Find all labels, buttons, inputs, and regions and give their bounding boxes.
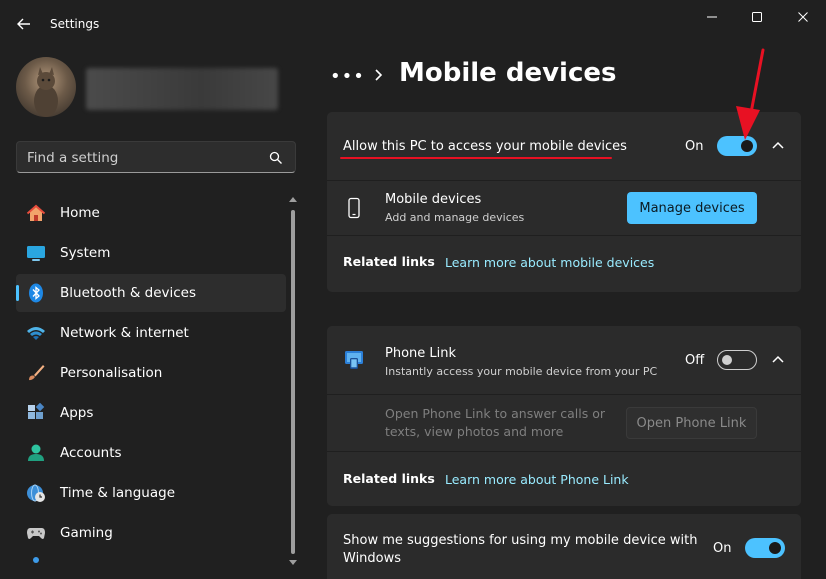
sidebar-item-accounts[interactable]: Accounts [16, 434, 286, 472]
related-links-label: Related links [343, 471, 435, 486]
related-links-row: Related links Learn more about Phone Lin… [327, 452, 801, 506]
scroll-thumb[interactable] [291, 210, 295, 554]
sidebar-item-gaming[interactable]: Gaming [16, 514, 286, 552]
sidebar-item-bluetooth-devices[interactable]: Bluetooth & devices [16, 274, 286, 312]
related-links-label: Related links [343, 254, 435, 269]
home-icon [26, 204, 46, 221]
sidebar-item-system[interactable]: System [16, 234, 286, 272]
sidebar-item-label: Personalisation [60, 365, 163, 381]
maximize-icon [752, 12, 762, 22]
scroll-down-icon[interactable] [289, 558, 297, 566]
sidebar-item-network[interactable]: Network & internet [16, 314, 286, 352]
suggestions-line1: Show me suggestions for using my mobile … [343, 533, 698, 548]
suggestions-toggle[interactable] [745, 538, 785, 558]
search-input[interactable]: Find a setting [27, 150, 118, 166]
manage-devices-button[interactable]: Manage devices [627, 192, 757, 224]
sidebar-item-label: Bluetooth & devices [60, 285, 197, 301]
sidebar-item-accessibility-partial[interactable] [16, 554, 286, 564]
phone-link-icon [345, 351, 363, 369]
phone-link-card: Phone Link Instantly access your mobile … [327, 326, 801, 506]
sidebar-scrollbar[interactable] [288, 194, 298, 570]
wifi-icon [27, 327, 45, 340]
sidebar-item-time-language[interactable]: Time & language [16, 474, 286, 512]
open-description-line2: texts, view photos and more [385, 424, 564, 439]
allow-access-state: On [685, 139, 704, 154]
back-arrow-icon [17, 18, 30, 30]
chevron-up-icon[interactable] [771, 139, 785, 153]
annotation-underline [340, 157, 612, 159]
apps-icon [28, 403, 45, 419]
annotation-arrow-icon [736, 48, 765, 140]
globe-clock-icon [27, 484, 45, 502]
sidebar-nav: Home System Bluetooth & devices Network … [16, 194, 286, 566]
scroll-up-icon[interactable] [289, 196, 297, 204]
breadcrumb-more[interactable]: ••• [330, 66, 365, 87]
open-phone-link-button[interactable]: Open Phone Link [626, 407, 757, 439]
app-title: Settings [50, 17, 100, 31]
sidebar-item-label: Home [60, 205, 100, 221]
system-icon [27, 246, 45, 261]
sidebar-item-label: Accounts [60, 445, 122, 461]
phone-link-toggle[interactable] [717, 350, 757, 370]
learn-more-mobile-devices-link[interactable]: Learn more about mobile devices [445, 255, 654, 270]
sidebar-item-label: Network & internet [60, 325, 189, 341]
close-icon [798, 12, 808, 22]
back-button[interactable] [14, 14, 34, 34]
accounts-icon [28, 444, 44, 461]
minimize-icon [707, 16, 717, 18]
account-name-redacted [86, 68, 278, 110]
maximize-button[interactable] [737, 6, 777, 28]
sidebar-item-label: Time & language [60, 485, 176, 501]
mobile-devices-subtitle: Add and manage devices [385, 211, 525, 224]
brush-icon [29, 365, 45, 381]
suggestions-row[interactable]: Show me suggestions for using my mobile … [327, 514, 801, 579]
sidebar-item-personalisation[interactable]: Personalisation [16, 354, 286, 392]
sidebar-item-label: Gaming [60, 525, 113, 541]
phone-icon [348, 197, 360, 219]
bluetooth-icon [29, 283, 43, 303]
open-phone-link-description: Open Phone Link to answer calls or texts… [385, 405, 605, 441]
chevron-up-icon[interactable] [771, 353, 785, 367]
learn-more-phone-link-link[interactable]: Learn more about Phone Link [445, 472, 629, 487]
phone-link-state: Off [685, 353, 705, 368]
allow-access-label: Allow this PC to access your mobile devi… [343, 139, 627, 154]
minimize-button[interactable] [692, 6, 732, 28]
mobile-devices-row: Mobile devices Add and manage devices Ma… [327, 181, 801, 235]
phone-link-row[interactable]: Phone Link Instantly access your mobile … [327, 326, 801, 394]
suggestions-label: Show me suggestions for using my mobile … [343, 532, 697, 568]
suggestions-line2: Windows [343, 551, 402, 566]
chevron-right-icon [375, 69, 383, 81]
search-box[interactable]: Find a setting [16, 141, 296, 173]
search-icon[interactable] [269, 151, 283, 165]
open-description-line1: Open Phone Link to answer calls or [385, 406, 606, 421]
suggestions-card: Show me suggestions for using my mobile … [327, 514, 801, 579]
mobile-devices-title: Mobile devices [385, 192, 482, 207]
title-bar: Settings [0, 0, 826, 48]
suggestions-state: On [713, 541, 732, 556]
open-phone-link-row: Open Phone Link to answer calls or texts… [327, 395, 801, 451]
related-links-row: Related links Learn more about mobile de… [327, 236, 801, 292]
gamepad-icon [27, 528, 45, 539]
phone-link-title: Phone Link [385, 346, 457, 361]
phone-link-subtitle: Instantly access your mobile device from… [385, 365, 658, 378]
avatar[interactable] [16, 57, 76, 117]
close-button[interactable] [783, 6, 823, 28]
accessibility-icon [33, 557, 39, 563]
sidebar-item-label: System [60, 245, 111, 261]
page-title: Mobile devices [399, 58, 617, 88]
sidebar-item-apps[interactable]: Apps [16, 394, 286, 432]
sidebar-item-home[interactable]: Home [16, 194, 286, 232]
sidebar-item-label: Apps [60, 405, 94, 421]
